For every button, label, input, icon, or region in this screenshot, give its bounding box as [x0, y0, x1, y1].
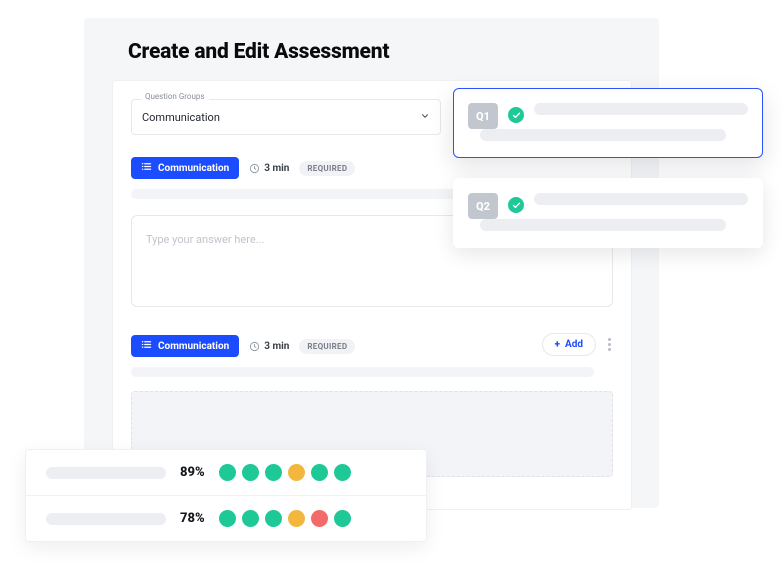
- score-dots-1: [219, 464, 351, 481]
- question-groups-select-wrap: Question Groups Communication: [131, 99, 441, 135]
- result-row-2: 78%: [26, 496, 426, 541]
- textarea-placeholder: Type your answer here...: [146, 233, 264, 246]
- skeleton-label: [46, 467, 166, 479]
- check-icon: [508, 107, 524, 123]
- add-button[interactable]: + Add: [542, 333, 596, 356]
- question-card-q2[interactable]: Q2: [453, 178, 763, 248]
- group-actions: + Add: [542, 333, 613, 356]
- clock-icon: [249, 341, 260, 352]
- score-dot: [288, 510, 305, 527]
- required-pill-2: REQUIRED: [299, 339, 355, 354]
- score-dots-2: [219, 510, 351, 527]
- result-percent: 89%: [180, 465, 205, 480]
- score-dot: [311, 464, 328, 481]
- group-chip-2[interactable]: Communication: [131, 335, 239, 357]
- select-value: Communication: [142, 111, 220, 124]
- group-duration-2: 3 min: [249, 341, 289, 352]
- score-dot: [242, 464, 259, 481]
- skeleton-lines: [534, 103, 748, 141]
- result-row-1: 89%: [26, 450, 426, 496]
- required-pill-1: REQUIRED: [299, 161, 355, 176]
- more-menu[interactable]: [606, 336, 613, 353]
- question-groups-select[interactable]: Communication: [131, 99, 441, 135]
- question-group-header-2: Communication 3 min REQUIRED + Add: [131, 335, 613, 357]
- chip-label: Communication: [158, 163, 229, 174]
- skeleton-label: [46, 513, 166, 525]
- list-icon: [141, 161, 152, 175]
- plus-icon: +: [555, 339, 560, 350]
- chip-label: Communication: [158, 341, 229, 352]
- select-legend: Question Groups: [141, 92, 209, 101]
- question-card-q1[interactable]: Q1: [453, 88, 763, 158]
- result-percent: 78%: [180, 511, 205, 526]
- page-title: Create and Edit Assessment: [128, 40, 389, 64]
- score-dot: [219, 510, 236, 527]
- score-dot: [219, 464, 236, 481]
- clock-icon: [249, 163, 260, 174]
- score-dot: [265, 510, 282, 527]
- skeleton-line: [131, 367, 594, 377]
- results-panel: 89% 78%: [26, 450, 426, 541]
- question-cards: Q1 Q2: [453, 88, 763, 248]
- score-dot: [242, 510, 259, 527]
- group-chip-1[interactable]: Communication: [131, 157, 239, 179]
- question-id-badge: Q1: [468, 103, 498, 129]
- score-dot: [334, 464, 351, 481]
- check-icon: [508, 197, 524, 213]
- question-id-badge: Q2: [468, 193, 498, 219]
- score-dot: [265, 464, 282, 481]
- chevron-down-icon: [420, 111, 430, 124]
- add-label: Add: [565, 339, 583, 350]
- score-dot: [334, 510, 351, 527]
- group-duration-1: 3 min: [249, 163, 289, 174]
- skeleton-lines: [534, 193, 748, 231]
- list-icon: [141, 339, 152, 353]
- score-dot: [288, 464, 305, 481]
- score-dot: [311, 510, 328, 527]
